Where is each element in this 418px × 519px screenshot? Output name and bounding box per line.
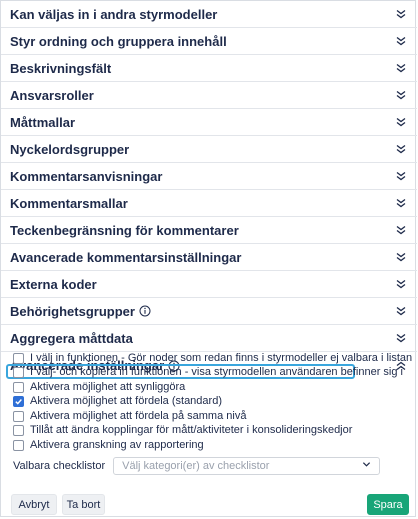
- option-label: Tillåt att ändra kopplingar för mått/akt…: [30, 424, 353, 436]
- accordion-item[interactable]: Kommentarsmallar: [1, 190, 417, 217]
- accordion-title: Ansvarsroller: [10, 87, 94, 103]
- accordion-item[interactable]: Teckenbegränsning för kommentarer: [1, 217, 417, 244]
- checkbox[interactable]: [13, 410, 24, 422]
- chevron-double-down-icon: [394, 88, 408, 102]
- option-hide-existing-nodes[interactable]: I välj in funktionen - Gör noder som red…: [13, 352, 412, 364]
- accordion-title: Kommentarsmallar: [10, 195, 128, 211]
- chevron-double-down-icon: [394, 61, 408, 75]
- accordion-title: Måttmallar: [10, 114, 76, 130]
- checkbox[interactable]: [13, 439, 24, 451]
- cancel-button[interactable]: Avbryt: [11, 494, 57, 515]
- accordion-item[interactable]: Kommentarsanvisningar: [1, 163, 417, 190]
- accordion-title: Avancerade kommentarsinställningar: [10, 249, 242, 265]
- info-icon[interactable]: [139, 305, 151, 317]
- accordion-title: Nyckelordsgrupper: [10, 141, 130, 157]
- chevron-double-down-icon: [394, 331, 408, 345]
- chevron-down-icon: [362, 460, 371, 472]
- accordion-title: Teckenbegränsning för kommentarer: [10, 222, 239, 238]
- chevron-double-down-icon: [394, 34, 408, 48]
- chevron-double-down-icon: [394, 250, 408, 264]
- option-enable-visibility[interactable]: Aktivera möjlighet att synliggöra: [13, 381, 185, 393]
- chevron-double-down-icon: [394, 223, 408, 237]
- option-enable-review[interactable]: Aktivera granskning av rapportering: [13, 439, 204, 451]
- accordion-title: Kommentarsanvisningar: [10, 168, 163, 184]
- option-show-current-model[interactable]: I välj- och kopiera in funktionen - visa…: [13, 366, 403, 378]
- checklist-placeholder: Välj kategori(er) av checklistor: [122, 460, 270, 472]
- chevron-double-down-icon: [394, 115, 408, 129]
- checkbox[interactable]: [13, 424, 24, 436]
- option-change-links[interactable]: Tillåt att ändra kopplingar för mått/akt…: [13, 424, 352, 436]
- checkbox[interactable]: [13, 381, 24, 393]
- option-label: Aktivera möjlighet att fördela (standard…: [30, 395, 222, 407]
- chevron-double-down-icon: [394, 196, 408, 210]
- accordion-list: Kan väljas in i andra styrmodeller Styr …: [1, 1, 417, 379]
- accordion-item[interactable]: Avancerade kommentarsinställningar: [1, 244, 417, 271]
- checkbox[interactable]: [13, 352, 24, 364]
- accordion-title: Externa koder: [10, 276, 97, 292]
- checkbox[interactable]: [13, 366, 24, 378]
- accordion-item[interactable]: Nyckelordsgrupper: [1, 136, 417, 163]
- accordion-item[interactable]: Behörighetsgrupper: [1, 298, 417, 325]
- accordion-item[interactable]: Måttmallar: [1, 109, 417, 136]
- checklist-field: Valbara checklistor Välj kategori(er) av…: [13, 457, 381, 475]
- option-label: Aktivera möjlighet att synliggöra: [30, 381, 186, 393]
- chevron-double-down-icon: [394, 277, 408, 291]
- accordion-title: Styr ordning och gruppera innehåll: [10, 33, 227, 49]
- accordion-item[interactable]: Aggregera måttdata: [1, 325, 417, 352]
- accordion-item[interactable]: Ansvarsroller: [1, 82, 417, 109]
- accordion-title-text: Behörighetsgrupper: [10, 303, 135, 319]
- accordion-title: Behörighetsgrupper: [10, 304, 151, 319]
- option-distribute-same-level[interactable]: Aktivera möjlighet att fördela på samma …: [13, 410, 246, 422]
- option-label: I välj- och kopiera in funktionen - visa…: [30, 366, 403, 378]
- chevron-double-down-icon: [394, 304, 408, 318]
- chevron-double-down-icon: [394, 142, 408, 156]
- accordion-item[interactable]: Kan väljas in i andra styrmodeller: [1, 1, 417, 28]
- checklist-label: Valbara checklistor: [13, 460, 106, 472]
- accordion-item[interactable]: Styr ordning och gruppera innehåll: [1, 28, 417, 55]
- checkbox-checked[interactable]: [13, 395, 24, 407]
- accordion-item[interactable]: Externa koder: [1, 271, 417, 298]
- option-label: I välj in funktionen - Gör noder som red…: [30, 352, 413, 364]
- option-label: Aktivera möjlighet att fördela på samma …: [30, 410, 247, 422]
- option-enable-distribute[interactable]: Aktivera möjlighet att fördela (standard…: [13, 395, 222, 407]
- chevron-double-down-icon: [394, 7, 408, 21]
- accordion-title: Kan väljas in i andra styrmodeller: [10, 6, 218, 22]
- option-label: Aktivera granskning av rapportering: [30, 439, 204, 451]
- save-button[interactable]: Spara: [367, 494, 409, 515]
- delete-button[interactable]: Ta bort: [62, 494, 105, 515]
- settings-panel: Kan väljas in i andra styrmodeller Styr …: [0, 0, 417, 517]
- checklist-select[interactable]: Välj kategori(er) av checklistor: [113, 457, 381, 475]
- accordion-title: Beskrivningsfält: [10, 60, 112, 76]
- chevron-double-down-icon: [394, 169, 408, 183]
- accordion-item[interactable]: Beskrivningsfält: [1, 55, 417, 82]
- accordion-title: Aggregera måttdata: [10, 330, 133, 346]
